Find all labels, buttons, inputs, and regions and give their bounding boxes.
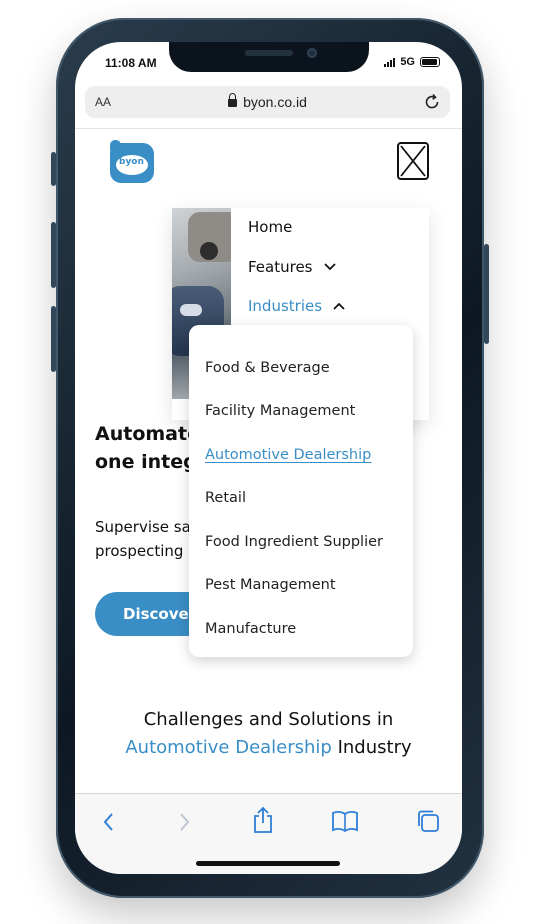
url-display[interactable]: byon.co.id — [85, 93, 450, 110]
close-icon — [400, 145, 426, 177]
camera — [307, 48, 317, 58]
close-menu-button[interactable] — [397, 142, 429, 180]
share-icon[interactable] — [251, 806, 275, 834]
home-indicator — [196, 861, 340, 866]
volume-up-button — [51, 222, 56, 288]
dropdown-item-food-ingredient-supplier[interactable]: Food Ingredient Supplier — [205, 534, 383, 550]
address-bar-divider — [75, 128, 462, 129]
bookmarks-icon[interactable] — [331, 809, 359, 833]
logo-text: byon — [119, 157, 144, 167]
signal-icon — [384, 57, 396, 67]
industries-dropdown: Food & Beverage Facility Management Auto… — [189, 325, 413, 657]
dropdown-item-retail[interactable]: Retail — [205, 490, 246, 506]
chevron-down-icon — [323, 263, 336, 271]
back-icon[interactable] — [99, 810, 119, 834]
lock-icon — [228, 93, 238, 107]
section-title-highlight: Automotive Dealership — [125, 737, 332, 758]
nav-item-features[interactable]: Features — [248, 258, 337, 276]
dropdown-item-automotive-dealership[interactable]: Automotive Dealership — [205, 447, 371, 463]
network-label: 5G — [400, 56, 415, 68]
status-time: 11:08 AM — [105, 56, 157, 70]
forward-icon[interactable] — [174, 810, 194, 834]
chevron-up-icon — [333, 302, 345, 310]
dropdown-item-food-beverage[interactable]: Food & Beverage — [205, 360, 330, 376]
phone-screen: 11:08 AM 5G AA byon.co.id byon Automate — [75, 42, 462, 874]
tabs-icon[interactable] — [415, 808, 441, 834]
url-text: byon.co.id — [243, 94, 307, 110]
mute-switch — [51, 152, 56, 186]
section-title: Challenges and Solutions in Automotive D… — [125, 709, 412, 758]
power-button — [484, 244, 489, 344]
address-bar[interactable]: AA byon.co.id — [85, 86, 450, 118]
dropdown-item-facility-management[interactable]: Facility Management — [205, 403, 355, 419]
battery-icon — [420, 57, 440, 67]
status-indicators: 5G — [384, 56, 440, 68]
hero-subtitle: Supervise sa prospecting — [95, 518, 191, 560]
notch — [169, 42, 369, 72]
speaker — [245, 50, 293, 56]
dropdown-item-pest-management[interactable]: Pest Management — [205, 577, 336, 593]
nav-item-industries[interactable]: Industries — [248, 297, 346, 315]
reload-icon[interactable] — [422, 92, 442, 112]
dropdown-item-manufacture[interactable]: Manufacture — [205, 621, 296, 637]
nav-item-home[interactable]: Home — [248, 218, 292, 236]
volume-down-button — [51, 306, 56, 372]
